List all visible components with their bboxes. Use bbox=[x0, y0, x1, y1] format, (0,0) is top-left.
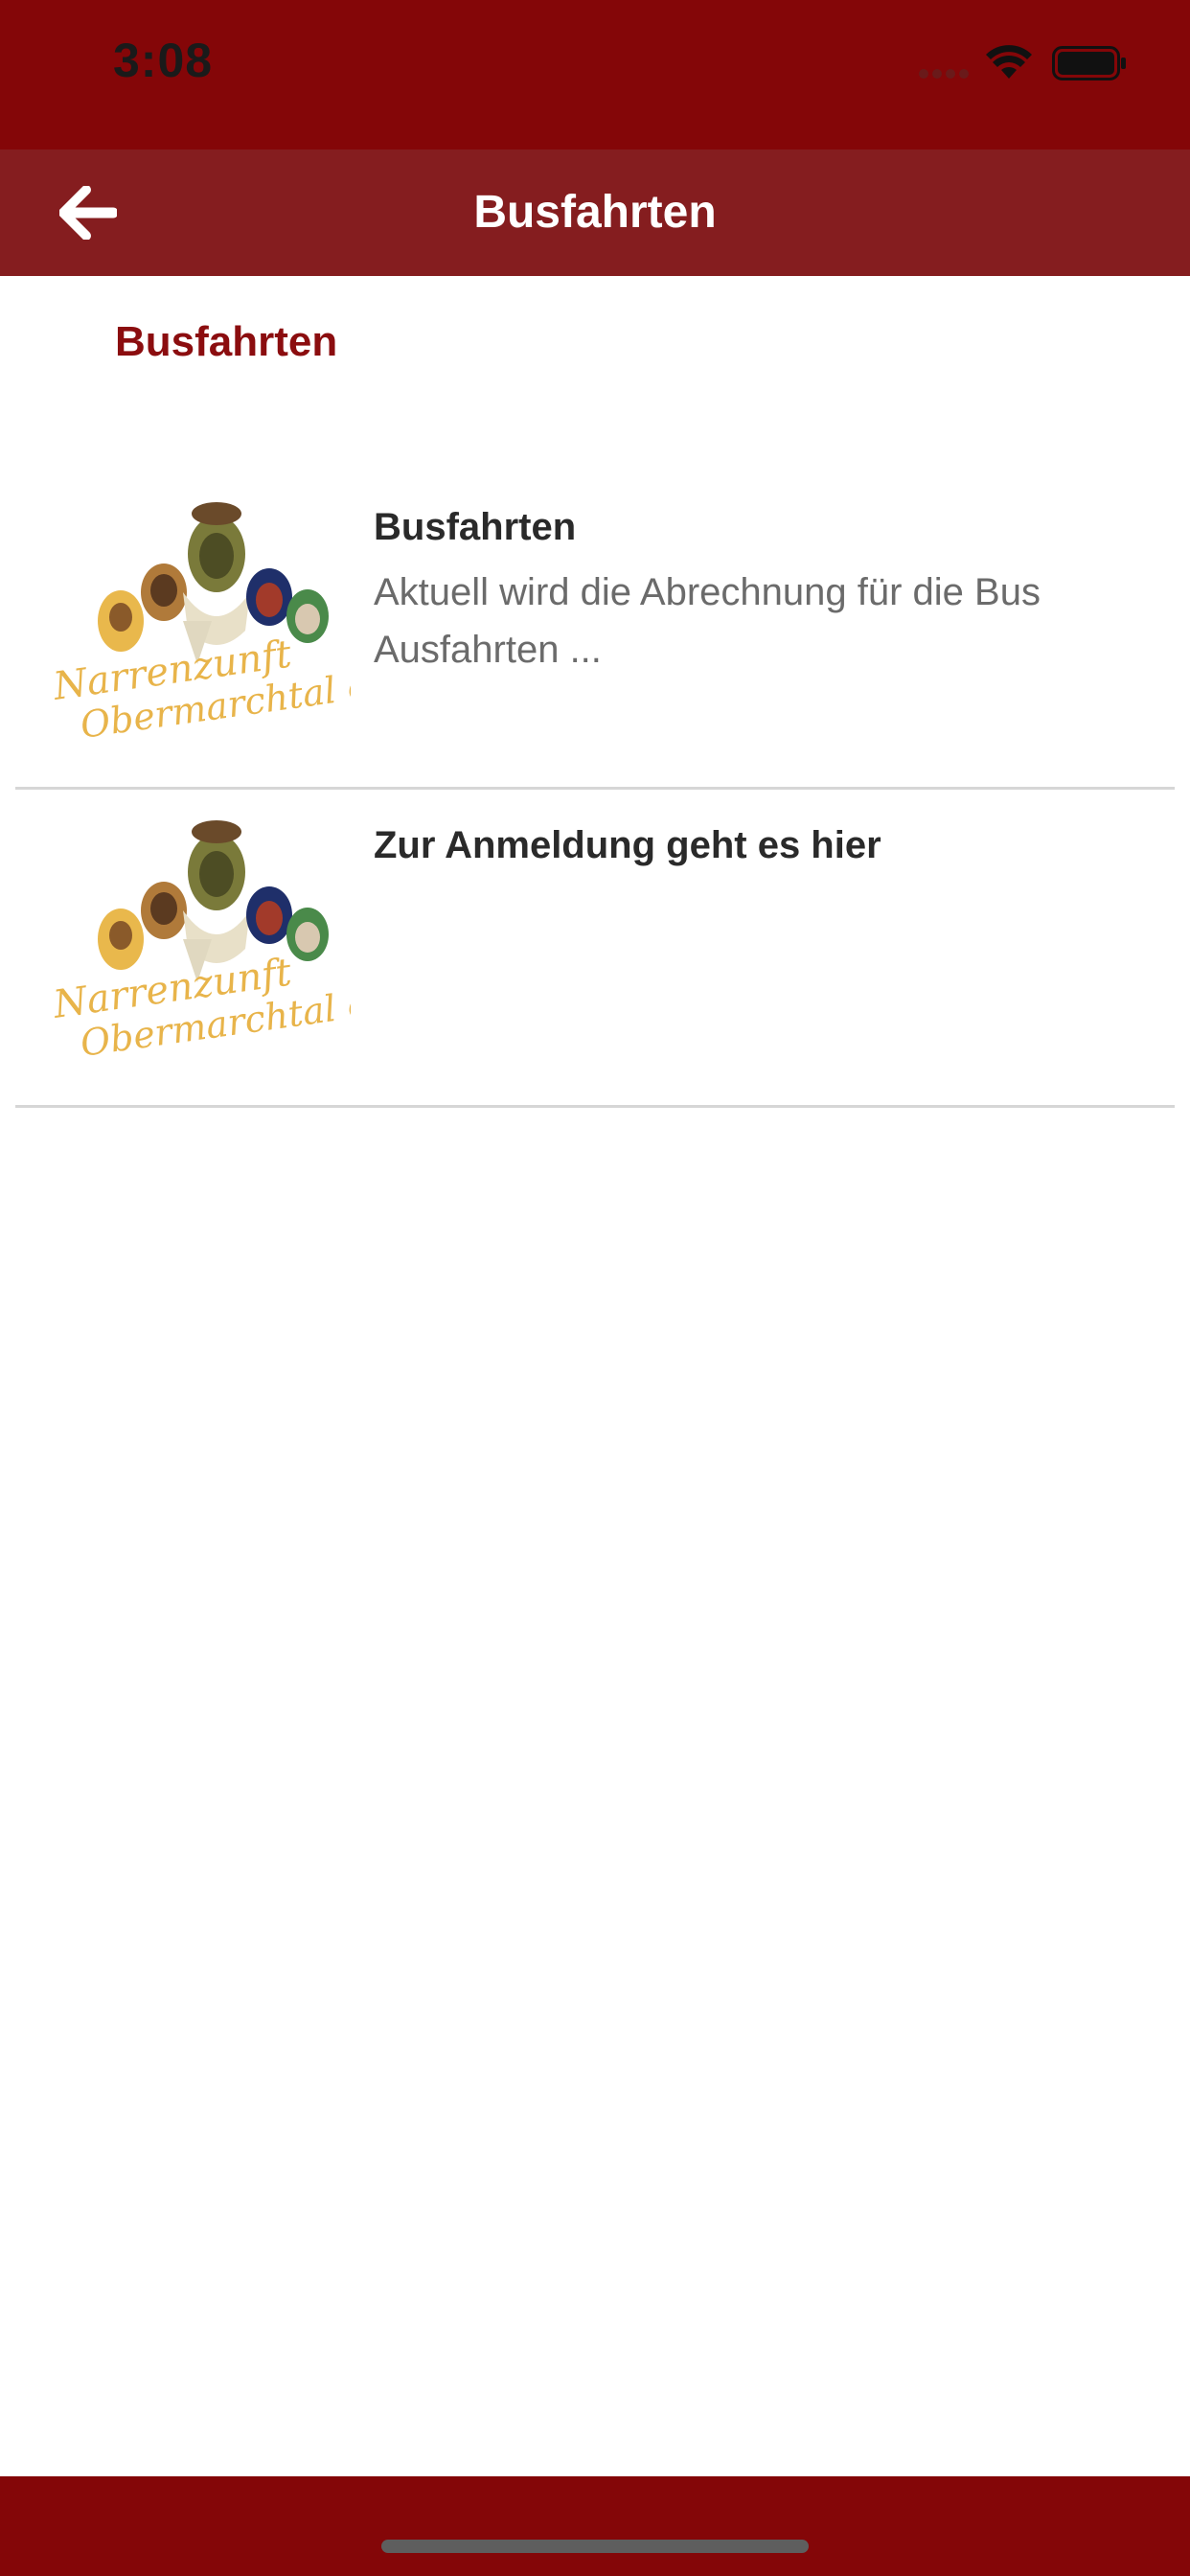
narrenzunft-logo-image: Narrenzunft Obermarchtal e.V. bbox=[54, 820, 351, 1065]
item-description: Aktuell wird die Abrechnung für die Bus … bbox=[374, 571, 1041, 671]
wifi-icon bbox=[986, 45, 1032, 79]
arrow-left-icon bbox=[59, 186, 117, 240]
list-item[interactable]: Narrenzunft Obermarchtal e.V. Busfahrten… bbox=[0, 472, 1190, 790]
home-indicator[interactable] bbox=[381, 2540, 809, 2553]
divider bbox=[15, 1105, 1175, 1108]
item-title: Busfahrten bbox=[374, 506, 577, 548]
nav-bar: Busfahrten bbox=[0, 150, 1190, 276]
status-time: 3:08 bbox=[113, 34, 214, 87]
nav-title: Busfahrten bbox=[473, 187, 717, 238]
item-title: Zur Anmeldung geht es hier bbox=[374, 824, 881, 866]
status-bar: 3:08 bbox=[0, 0, 1190, 150]
list-item[interactable]: Narrenzunft Obermarchtal e.V. Zur Anmeld… bbox=[0, 790, 1190, 1108]
article-list: Narrenzunft Obermarchtal e.V. Busfahrten… bbox=[0, 472, 1190, 1108]
back-button[interactable] bbox=[48, 172, 128, 253]
signal-dots-icon bbox=[919, 69, 969, 79]
battery-icon bbox=[1052, 46, 1126, 80]
bottom-bar bbox=[0, 2476, 1190, 2576]
section-title: Busfahrten bbox=[115, 318, 338, 365]
narrenzunft-logo-image: Narrenzunft Obermarchtal e.V. bbox=[54, 502, 351, 747]
